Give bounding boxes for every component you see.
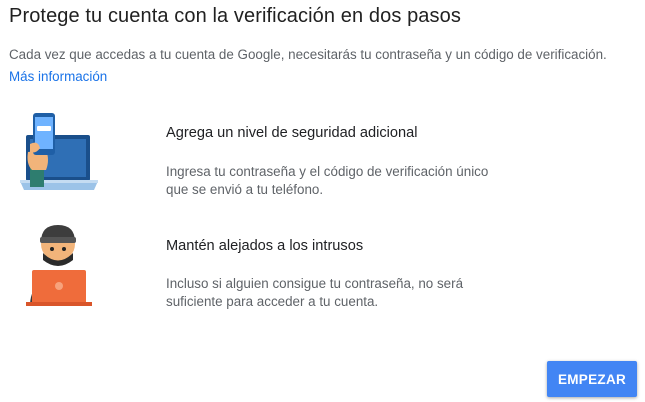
start-button[interactable]: EMPEZAR — [547, 361, 637, 397]
feature-title: Agrega un nivel de seguridad adicional — [166, 125, 418, 141]
feature-description-line: Ingresa tu contraseña y el código de ver… — [166, 164, 489, 179]
feature-description-line: que se envió a tu teléfono. — [166, 182, 324, 197]
learn-more-link[interactable]: Más información — [9, 69, 107, 84]
feature-title: Mantén alejados a los intrusos — [166, 238, 364, 254]
page-title: Protege tu cuenta con la verificación en… — [9, 5, 461, 27]
intruder-icon — [16, 220, 102, 313]
feature-description: Ingresa tu contraseña y el código de ver… — [166, 163, 536, 199]
intro-paragraph: Cada vez que accedas a tu cuenta de Goog… — [9, 44, 609, 88]
feature-description-line: Incluso si alguien consigue tu contraseñ… — [166, 276, 464, 291]
feature-description-line: suficiente para acceder a tu cuenta. — [166, 294, 379, 309]
two-step-verification-page: Protege tu cuenta con la verificación en… — [0, 0, 645, 402]
feature-description: Incluso si alguien consigue tu contraseñ… — [166, 275, 536, 311]
intro-text: Cada vez que accedas a tu cuenta de Goog… — [9, 47, 607, 62]
phone-laptop-icon — [16, 110, 102, 203]
